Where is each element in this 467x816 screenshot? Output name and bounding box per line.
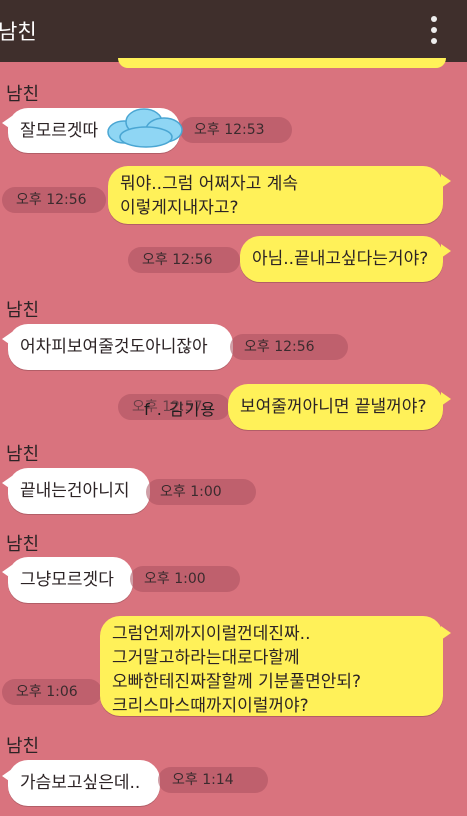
chat-title: 남친 [0,20,37,44]
message-time: 오후 1:14 [158,767,268,793]
message-time: 오후 1:00 [130,566,240,592]
sender-name: 남친 [6,736,40,757]
bubble-tail [441,174,451,188]
message-bubble-sent[interactable]: 보여줄꺼아니면 끝낼꺼야? [228,384,443,430]
chat-header: 남친 [0,0,467,62]
message-text: 그냥모르겟다 [20,570,114,590]
message-text: 가슴보고싶은데.. [20,773,141,793]
message-time: 오후 12:56 [2,187,106,213]
message-line: 그거말고하라는대로다할께 [112,648,300,668]
message-bubble-sent[interactable]: 뭐야..그럼 어쩌자고 계속 이렇게지내자고? [108,166,443,224]
message-time: 오후 12:56 [128,247,240,273]
message-time: 오후 12:56 [230,334,348,360]
message-text: 잘모르겟따 [20,120,99,141]
bubble-tail [441,244,451,258]
message-text: 보여줄꺼아니면 끝낼꺼야? [240,397,427,417]
message-bubble-received[interactable]: 가슴보고싶은데.. [8,760,160,806]
message-text: 아님..끝내고싶다는거야? [252,249,429,269]
message-line: 크리스마스때까지이럴꺼야? [112,696,309,716]
message-bubble-received[interactable]: 끝내는건아니지 [8,468,150,514]
message-time: 오후 1:00 [146,479,256,505]
message-line: 뭐야..그럼 어쩌자고 계속 [120,174,299,194]
watermark-text: f . 김기용 [144,400,217,419]
previous-message-bubble-partial [118,58,446,68]
message-bubble-sent[interactable]: 그럼언제까지이럴껀데진짜.. 그거말고하라는대로다할께 오빠한테진짜잘할께 기분… [100,616,443,716]
sender-name: 남친 [6,300,40,321]
more-vertical-icon[interactable] [427,14,441,46]
message-line: 그럼언제까지이럴껀데진짜.. [112,624,311,644]
message-text: 어차피보여줄것도아니잖아 [20,337,208,357]
sender-name: 남친 [6,84,40,105]
message-line: 오빠한테진짜잘할께 기분풀면안되? [112,672,362,692]
bubble-tail [441,626,451,640]
message-bubble-received[interactable]: 그냥모르겟다 [8,557,133,603]
bubble-tail [441,392,451,406]
message-bubble-sent[interactable]: 아님..끝내고싶다는거야? [240,236,443,282]
message-bubble-received[interactable]: 어차피보여줄것도아니잖아 [8,324,233,370]
cloud-sticker-icon [107,108,183,148]
message-line: 이렇게지내자고? [120,198,239,218]
message-time: 오후 12:53 [180,117,292,143]
sender-name: 남친 [6,444,40,465]
message-text: 끝내는건아니지 [20,481,130,501]
message-time: 오후 1:06 [2,679,102,705]
sender-name: 남친 [6,534,40,555]
